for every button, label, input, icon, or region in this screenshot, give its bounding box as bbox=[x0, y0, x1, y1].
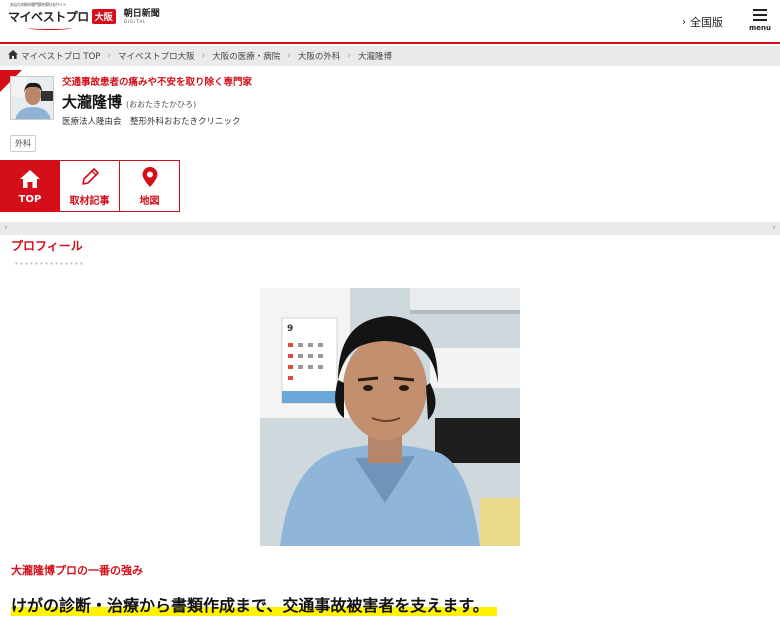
strength-headline: けがの診断・治療から書類作成まで、交通事故被害者を支えます。 bbox=[11, 592, 497, 616]
region-badge: 大阪 bbox=[91, 9, 116, 24]
home-icon bbox=[20, 169, 40, 188]
logo-swoosh bbox=[28, 26, 72, 30]
home-icon bbox=[8, 50, 18, 62]
national-version-label: 全国版 bbox=[690, 16, 723, 29]
breadcrumb-item[interactable]: マイベストプロ TOP bbox=[21, 50, 100, 62]
chevron-right-icon: › bbox=[682, 16, 686, 28]
site-logo[interactable]: あなたの街の専門家を探せるサイト マイベストプロ 大阪 朝日新聞 DIGITAL bbox=[8, 2, 160, 30]
breadcrumb-item[interactable]: 大阪の外科 bbox=[298, 50, 341, 62]
dotted-divider bbox=[14, 262, 84, 265]
section-title: プロフィール bbox=[11, 239, 83, 253]
profile-tabs: TOP 取材記事 地図 bbox=[0, 160, 180, 212]
logo-tagline: あなたの街の専門家を探せるサイト bbox=[10, 2, 67, 7]
breadcrumb-current: 大瀧隆博 bbox=[358, 52, 393, 62]
avatar bbox=[10, 76, 54, 120]
tab-label: TOP bbox=[18, 193, 42, 205]
calendar-month: 9 bbox=[287, 324, 293, 334]
tab-label: 取材記事 bbox=[69, 195, 110, 207]
tab-articles[interactable]: 取材記事 bbox=[60, 160, 120, 212]
hamburger-icon bbox=[753, 9, 767, 21]
tab-label: 地図 bbox=[139, 195, 160, 207]
menu-label: menu bbox=[748, 24, 771, 32]
clinic-name: 医療法人隆由会 整形外科おおたきクリニック bbox=[62, 117, 241, 127]
national-version-link[interactable]: › 全国版 bbox=[682, 14, 723, 30]
profile-header: 交通事故患者の痛みや不安を取り除く専門家 大瀧隆博 (おおたきたかひろ) 医療法… bbox=[0, 66, 780, 156]
chevron-right-icon: › bbox=[107, 51, 111, 61]
tab-top[interactable]: TOP bbox=[0, 160, 60, 212]
menu-button[interactable]: menu bbox=[744, 6, 776, 38]
profile-photo: 9 bbox=[260, 288, 520, 546]
logo-text: あなたの街の専門家を探せるサイト マイベストプロ bbox=[8, 2, 89, 30]
partner-name: 朝日新聞 bbox=[123, 8, 160, 19]
map-pin-icon bbox=[142, 166, 157, 187]
pencil-icon bbox=[81, 167, 99, 185]
breadcrumb: マイベストプロ TOP › マイベストプロ大阪 › 大阪の医療・病院 › 大阪の… bbox=[0, 46, 780, 66]
partner-sub: DIGITAL bbox=[123, 18, 147, 24]
pro-tagline: 交通事故患者の痛みや不安を取り除く専門家 bbox=[62, 77, 253, 88]
chevron-left-icon[interactable]: ‹ bbox=[4, 222, 8, 235]
breadcrumb-item[interactable]: 大阪の医療・病院 bbox=[212, 50, 280, 62]
breadcrumb-item[interactable]: マイベストプロ大阪 bbox=[118, 50, 195, 62]
pro-name-row: 大瀧隆博 (おおたきたかひろ) bbox=[62, 91, 196, 112]
content-scroller[interactable]: ‹ › bbox=[0, 222, 780, 235]
chevron-right-icon[interactable]: › bbox=[772, 222, 776, 235]
logo-name: マイベストプロ bbox=[8, 10, 89, 24]
tab-map[interactable]: 地図 bbox=[120, 160, 180, 212]
pro-name-reading: (おおたきたかひろ) bbox=[126, 100, 197, 109]
category-tag[interactable]: 外科 bbox=[10, 135, 36, 152]
strength-label: 大瀧隆博プロの一番の強み bbox=[11, 564, 143, 577]
chevron-right-icon: › bbox=[201, 51, 206, 61]
pro-name: 大瀧隆博 bbox=[62, 93, 123, 111]
chevron-right-icon: › bbox=[287, 51, 291, 61]
site-header: あなたの街の専門家を探せるサイト マイベストプロ 大阪 朝日新聞 DIGITAL… bbox=[0, 0, 780, 44]
chevron-right-icon: › bbox=[347, 51, 352, 61]
partner-logo[interactable]: 朝日新聞 DIGITAL bbox=[123, 8, 160, 24]
